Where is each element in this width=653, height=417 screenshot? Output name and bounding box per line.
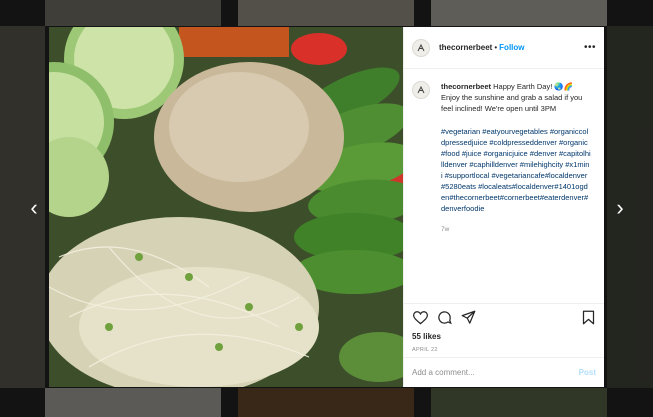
avatar-icon[interactable] bbox=[412, 38, 430, 57]
share-icon[interactable] bbox=[460, 310, 476, 326]
username-link[interactable]: thecornerbeet bbox=[439, 43, 492, 52]
bookmark-icon[interactable] bbox=[580, 310, 596, 326]
caption-text-block: thecornerbeet Happy Earth Day! 🌏🌈 Enjoy … bbox=[441, 81, 591, 303]
post-comment-button[interactable]: Post bbox=[579, 368, 596, 377]
action-bar bbox=[404, 303, 604, 331]
avatar-icon[interactable] bbox=[412, 81, 430, 99]
post-photo[interactable] bbox=[49, 27, 403, 387]
heart-icon[interactable] bbox=[412, 310, 428, 326]
post-sidebar: thecornerbeet • Follow ••• thecornerbeet… bbox=[403, 27, 604, 387]
comment-icon[interactable] bbox=[436, 310, 452, 326]
comment-bar: Post bbox=[404, 357, 604, 387]
separator-dot: • bbox=[494, 43, 498, 52]
chevron-right-icon[interactable]: › bbox=[612, 196, 628, 220]
post-date: APRIL 22 bbox=[412, 347, 438, 353]
chevron-left-icon[interactable]: ‹ bbox=[26, 196, 42, 220]
salad-photo-illustration bbox=[49, 27, 403, 387]
caption-username[interactable]: thecornerbeet bbox=[441, 82, 491, 91]
post-modal: thecornerbeet • Follow ••• thecornerbeet… bbox=[49, 27, 604, 387]
caption-age: 7w bbox=[441, 226, 450, 233]
likes-count[interactable]: 55 likes bbox=[404, 331, 604, 343]
caption-hashtags[interactable]: #vegetarian #eatyourvegetables #organicc… bbox=[441, 126, 591, 214]
follow-button[interactable]: Follow bbox=[499, 43, 524, 52]
more-options-icon[interactable]: ••• bbox=[584, 42, 596, 53]
comment-input[interactable] bbox=[412, 368, 579, 377]
post-header: thecornerbeet • Follow ••• bbox=[404, 27, 604, 69]
caption-block: thecornerbeet Happy Earth Day! 🌏🌈 Enjoy … bbox=[404, 69, 604, 303]
